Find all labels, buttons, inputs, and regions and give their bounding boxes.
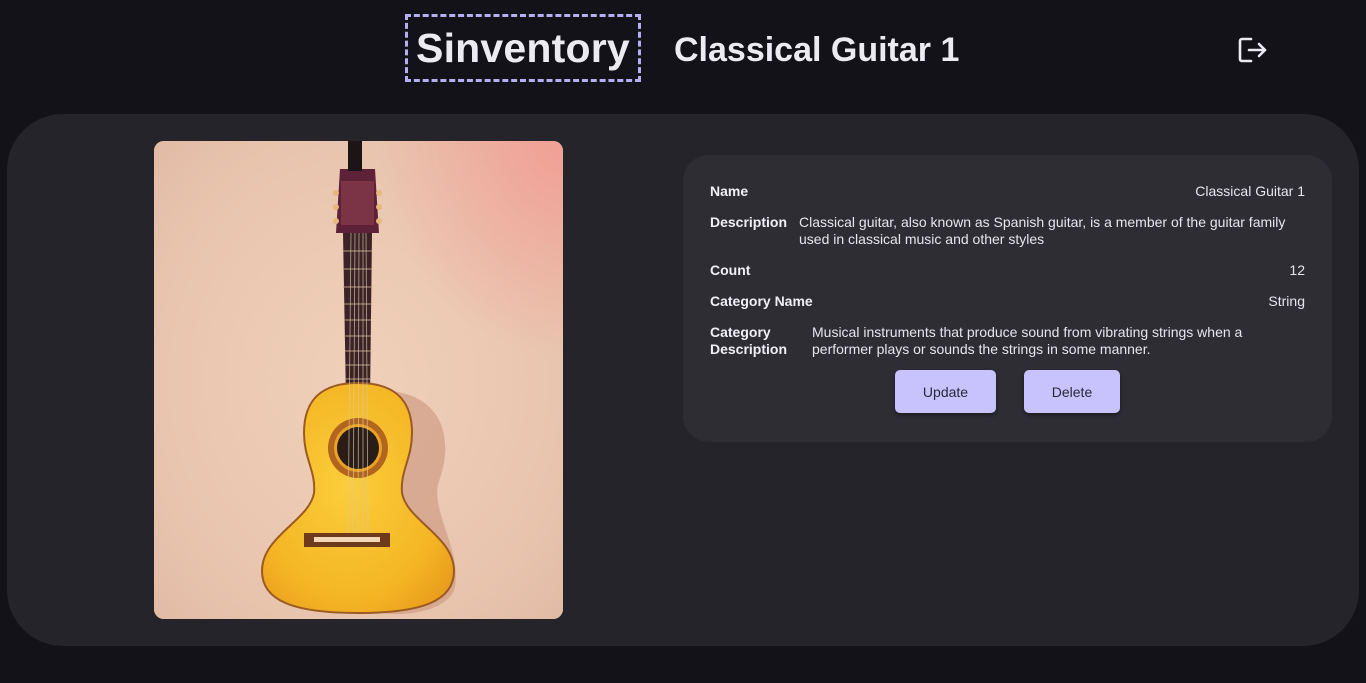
count-value: 12 — [1289, 262, 1305, 278]
category-name-row: Category Name String — [710, 293, 1305, 310]
description-value: Classical guitar, also known as Spanish … — [799, 214, 1286, 247]
item-detail-panel: Name Classical Guitar 1 Description Clas… — [7, 114, 1359, 646]
category-description-label: Category Description — [710, 324, 788, 357]
name-label: Name — [710, 183, 749, 199]
header: Sinventory Classical Guitar 1 — [0, 0, 1366, 100]
count-row: Count 12 — [710, 262, 1305, 279]
count-label: Count — [710, 262, 751, 278]
description-label: Description — [710, 214, 788, 230]
category-name-value: String — [1268, 293, 1305, 309]
logo[interactable]: Sinventory — [405, 14, 641, 82]
action-buttons: Update Delete — [710, 370, 1305, 413]
category-description-value: Musical instruments that produce sound f… — [812, 324, 1243, 357]
logout-icon[interactable] — [1236, 35, 1268, 65]
update-button[interactable]: Update — [895, 370, 996, 413]
category-name-label: Category Name — [710, 293, 813, 309]
name-value: Classical Guitar 1 — [1195, 183, 1305, 199]
category-description-row: Category Description Musical instruments… — [710, 324, 1305, 358]
name-row: Name Classical Guitar 1 — [710, 183, 1305, 200]
item-photo — [154, 141, 563, 619]
delete-button[interactable]: Delete — [1024, 370, 1120, 413]
page-title: Classical Guitar 1 — [674, 31, 960, 69]
description-row: Description Classical guitar, also known… — [710, 214, 1305, 248]
item-details-card: Name Classical Guitar 1 Description Clas… — [683, 155, 1332, 442]
